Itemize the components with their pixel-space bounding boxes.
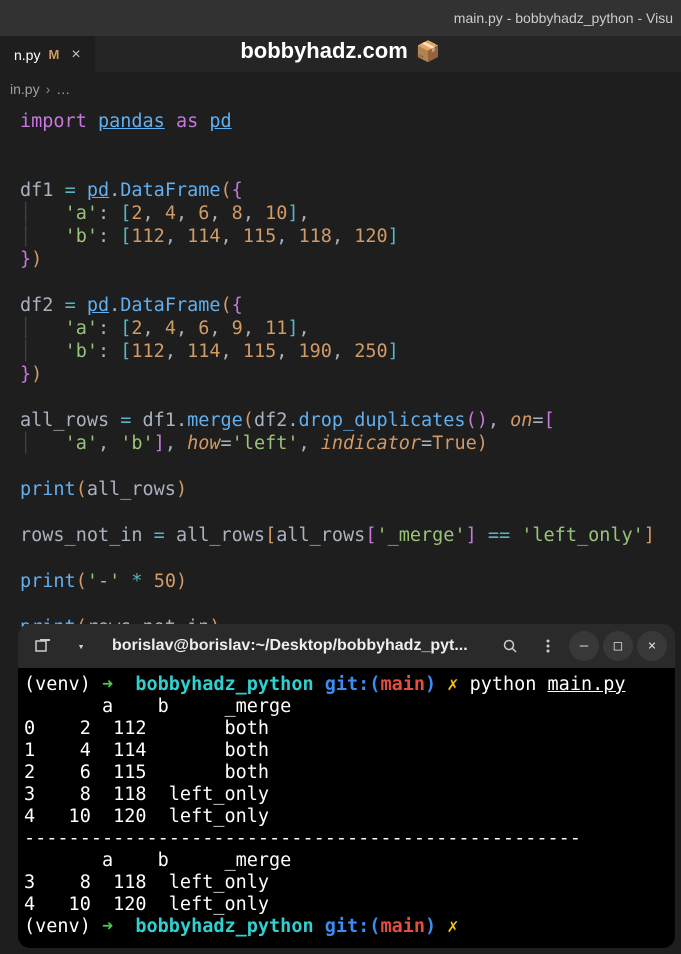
alias-pd: pd — [209, 111, 231, 132]
cube-icon: 📦 — [416, 39, 441, 64]
mod-pandas: pandas — [98, 111, 165, 132]
minimize-icon: ― — [580, 638, 588, 654]
close-icon[interactable]: × — [67, 44, 84, 66]
terminal-titlebar: ▾ borislav@borislav:~/Desktop/bobbyhadz_… — [18, 624, 675, 668]
code-editor[interactable]: import pandas as pd df1 = pd.DataFrame({… — [0, 102, 681, 639]
new-tab-button[interactable] — [26, 629, 60, 663]
var-df1: df1 — [20, 180, 53, 201]
breadcrumb-file: in.py — [10, 81, 40, 97]
output-line: 2 6 115 both — [24, 762, 669, 784]
new-tab-icon — [35, 638, 51, 654]
close-icon: × — [648, 638, 656, 654]
output-line: a b _merge — [24, 696, 669, 718]
chevron-right-icon: › — [46, 81, 51, 97]
kw-as: as — [176, 111, 198, 132]
menu-button[interactable] — [531, 629, 565, 663]
var-df2: df2 — [20, 295, 53, 316]
output-line: a b _merge — [24, 850, 669, 872]
minimize-button[interactable]: ― — [569, 631, 599, 661]
breadcrumb[interactable]: in.py › … — [0, 76, 681, 102]
dropdown-button[interactable]: ▾ — [64, 629, 98, 663]
window-title-bar: main.py - bobbyhadz_python - Visu — [0, 0, 681, 36]
maximize-icon: □ — [614, 638, 622, 654]
maximize-button[interactable]: □ — [603, 631, 633, 661]
tab-label: n.py — [14, 47, 40, 63]
output-line: 4 10 120 left_only — [24, 806, 669, 828]
terminal-window: ▾ borislav@borislav:~/Desktop/bobbyhadz_… — [18, 624, 675, 948]
search-button[interactable] — [493, 629, 527, 663]
tab-modified-indicator: M — [48, 47, 59, 62]
output-line: ----------------------------------------… — [24, 828, 669, 850]
kw-import: import — [20, 111, 87, 132]
tab-main-py[interactable]: n.py M × — [0, 36, 95, 72]
site-banner: bobbyhadz.com 📦 — [240, 38, 440, 64]
output-line: 0 2 112 both — [24, 718, 669, 740]
output-line: 4 10 120 left_only — [24, 894, 669, 916]
kebab-menu-icon — [540, 638, 556, 654]
chevron-down-icon: ▾ — [78, 640, 85, 653]
output-line: 3 8 118 left_only — [24, 872, 669, 894]
output-line: 3 8 118 left_only — [24, 784, 669, 806]
output-line: 1 4 114 both — [24, 740, 669, 762]
search-icon — [502, 638, 518, 654]
terminal-body[interactable]: (venv) ➜ bobbyhadz_python git:(main) ✗ p… — [18, 668, 675, 948]
window-title: main.py - bobbyhadz_python - Visu — [454, 10, 681, 26]
close-button[interactable]: × — [637, 631, 667, 661]
terminal-title: borislav@borislav:~/Desktop/bobbyhadz_py… — [102, 637, 489, 655]
breadcrumb-more: … — [56, 81, 70, 97]
banner-text: bobbyhadz.com — [240, 38, 407, 64]
